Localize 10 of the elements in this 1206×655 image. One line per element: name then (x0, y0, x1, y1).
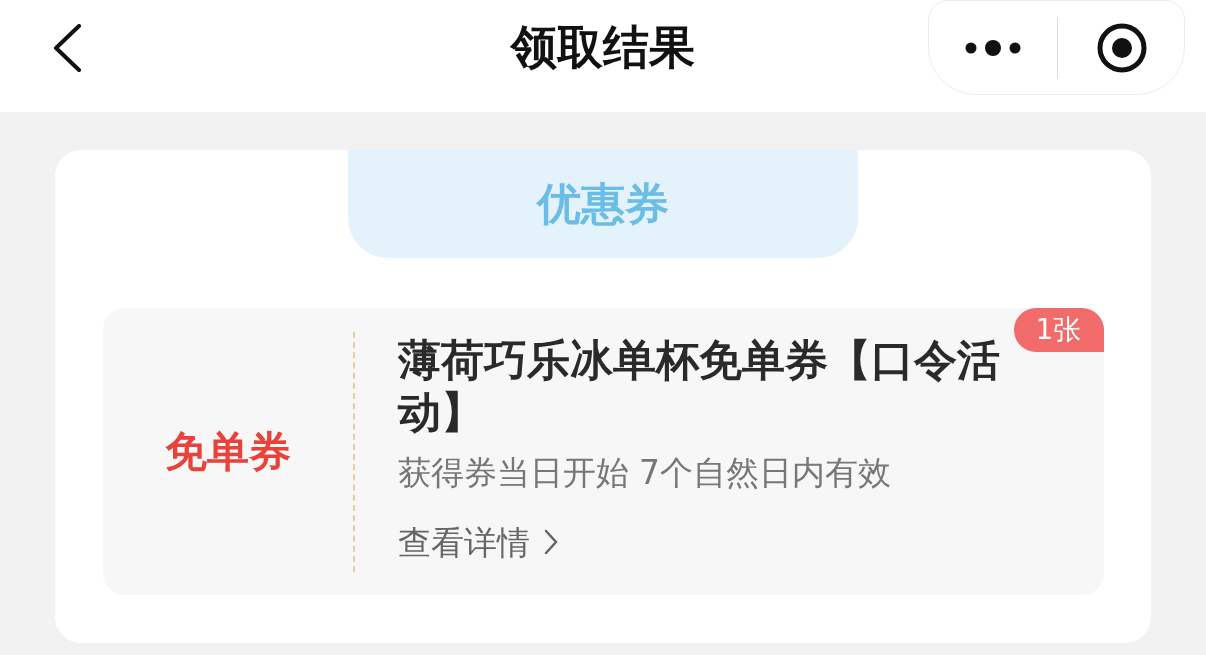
coupon-title: 薄荷巧乐冰单杯免单券【口令活动】 (397, 334, 1001, 438)
more-icon[interactable] (965, 38, 1021, 57)
quantity-badge: 1张 (1013, 308, 1104, 352)
chevron-right-icon (543, 529, 558, 556)
validity-text: 获得券当日开始 7个自然日内有效 (397, 452, 892, 494)
coupon-type: 免单券 (164, 426, 291, 478)
close-target-icon[interactable] (1096, 21, 1148, 74)
back-icon[interactable] (52, 24, 82, 72)
details-link[interactable]: 查看详情 (397, 517, 558, 567)
page-title: 领取结果 (511, 18, 695, 76)
